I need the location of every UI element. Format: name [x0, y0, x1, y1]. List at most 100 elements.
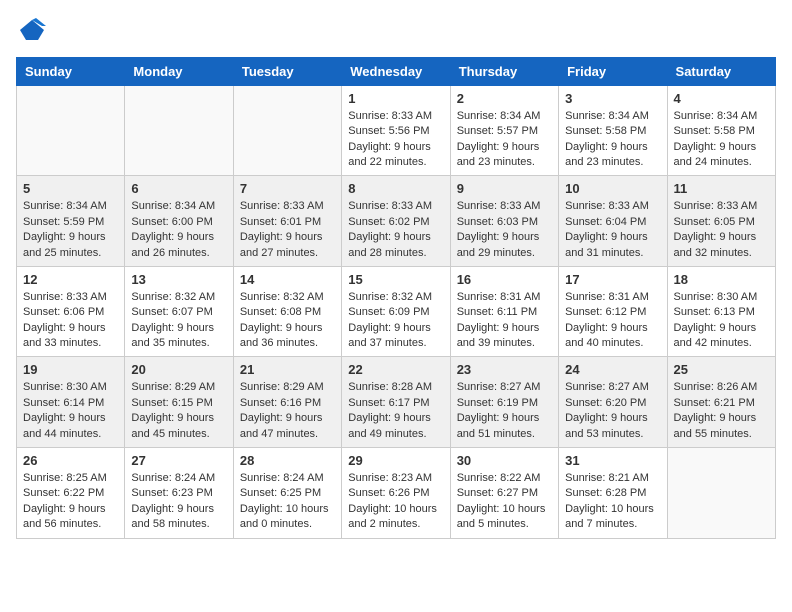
day-of-week-header: Sunday	[17, 57, 125, 85]
day-number: 17	[565, 272, 660, 287]
day-info: Sunrise: 8:31 AMSunset: 6:11 PMDaylight:…	[457, 290, 552, 352]
calendar-day-cell: 27 Sunrise: 8:24 AMSunset: 6:23 PMDayligh…	[125, 448, 233, 539]
day-number: 7	[240, 181, 335, 196]
day-number: 24	[565, 362, 660, 377]
day-info: Sunrise: 8:33 AMSunset: 6:01 PMDaylight:…	[240, 199, 335, 261]
day-info: Sunrise: 8:30 AMSunset: 6:13 PMDaylight:…	[674, 290, 769, 352]
calendar-day-cell: 29 Sunrise: 8:23 AMSunset: 6:26 PMDayligh…	[342, 448, 450, 539]
day-number: 1	[348, 91, 443, 106]
calendar-day-cell: 8 Sunrise: 8:33 AMSunset: 6:02 PMDaylight…	[342, 176, 450, 267]
calendar-day-cell: 13Sunrise: 8:32 AMSunset: 6:07 PMDayligh…	[125, 266, 233, 357]
calendar-week-row: 12 Sunrise: 8:33 AMSunset: 6:06 PMDayligh…	[17, 266, 776, 357]
day-info: Sunrise: 8:33 AMSunset: 6:03 PMDaylight:…	[457, 199, 552, 261]
day-number: 12	[23, 272, 118, 287]
calendar-day-cell: 18 Sunrise: 8:30 AMSunset: 6:13 PMDayligh…	[667, 266, 775, 357]
calendar-week-row: 5 Sunrise: 8:34 AMSunset: 5:59 PMDaylight…	[17, 176, 776, 267]
day-number: 29	[348, 453, 443, 468]
day-info: Sunrise: 8:33 AMSunset: 6:06 PMDaylight:…	[23, 290, 118, 352]
calendar-week-row: 19 Sunrise: 8:30 AMSunset: 6:14 PMDayligh…	[17, 357, 776, 448]
day-number: 11	[674, 181, 769, 196]
calendar-day-cell: 9 Sunrise: 8:33 AMSunset: 6:03 PMDaylight…	[450, 176, 558, 267]
calendar-day-cell: 25 Sunrise: 8:26 AMSunset: 6:21 PMDayligh…	[667, 357, 775, 448]
day-info: Sunrise: 8:33 AMSunset: 6:05 PMDaylight:…	[674, 199, 769, 261]
calendar-day-cell: 2 Sunrise: 8:34 AMSunset: 5:57 PMDaylight…	[450, 85, 558, 176]
calendar-day-cell: 16 Sunrise: 8:31 AMSunset: 6:11 PMDayligh…	[450, 266, 558, 357]
calendar-day-cell: 6 Sunrise: 8:34 AMSunset: 6:00 PMDaylight…	[125, 176, 233, 267]
day-of-week-header: Wednesday	[342, 57, 450, 85]
day-info: Sunrise: 8:25 AMSunset: 6:22 PMDaylight:…	[23, 471, 118, 533]
calendar-day-cell: 5 Sunrise: 8:34 AMSunset: 5:59 PMDaylight…	[17, 176, 125, 267]
day-info: Sunrise: 8:34 AMSunset: 5:57 PMDaylight:…	[457, 109, 552, 171]
calendar-day-cell: 14 Sunrise: 8:32 AMSunset: 6:08 PMDayligh…	[233, 266, 341, 357]
day-number: 6	[131, 181, 226, 196]
day-number: 25	[674, 362, 769, 377]
day-info: Sunrise: 8:32 AMSunset: 6:08 PMDaylight:…	[240, 290, 335, 352]
day-number: 23	[457, 362, 552, 377]
day-number: 14	[240, 272, 335, 287]
day-info: Sunrise: 8:27 AMSunset: 6:20 PMDaylight:…	[565, 380, 660, 442]
calendar-day-cell: 11 Sunrise: 8:33 AMSunset: 6:05 PMDayligh…	[667, 176, 775, 267]
calendar-day-cell: 24 Sunrise: 8:27 AMSunset: 6:20 PMDayligh…	[559, 357, 667, 448]
calendar-day-cell: 17 Sunrise: 8:31 AMSunset: 6:12 PMDayligh…	[559, 266, 667, 357]
calendar-day-cell: 10Sunrise: 8:33 AMSunset: 6:04 PMDayligh…	[559, 176, 667, 267]
logo-icon	[18, 16, 46, 44]
day-number: 18	[674, 272, 769, 287]
day-number: 19	[23, 362, 118, 377]
page-header	[16, 16, 776, 49]
calendar-week-row: 26 Sunrise: 8:25 AMSunset: 6:22 PMDayligh…	[17, 448, 776, 539]
day-info: Sunrise: 8:30 AMSunset: 6:14 PMDaylight:…	[23, 380, 118, 442]
calendar-day-cell: 21 Sunrise: 8:29 AMSunset: 6:16 PMDayligh…	[233, 357, 341, 448]
calendar-day-cell: 4Sunrise: 8:34 AMSunset: 5:58 PMDaylight…	[667, 85, 775, 176]
days-of-week-row: SundayMondayTuesdayWednesdayThursdayFrid…	[17, 57, 776, 85]
day-number: 27	[131, 453, 226, 468]
day-of-week-header: Thursday	[450, 57, 558, 85]
calendar-day-cell: 12 Sunrise: 8:33 AMSunset: 6:06 PMDayligh…	[17, 266, 125, 357]
day-info: Sunrise: 8:33 AMSunset: 6:02 PMDaylight:…	[348, 199, 443, 261]
day-number: 8	[348, 181, 443, 196]
day-number: 20	[131, 362, 226, 377]
day-number: 3	[565, 91, 660, 106]
day-info: Sunrise: 8:34 AMSunset: 5:58 PMDaylight:…	[565, 109, 660, 171]
day-info: Sunrise: 8:22 AMSunset: 6:27 PMDaylight:…	[457, 471, 552, 533]
logo	[16, 16, 46, 49]
day-number: 15	[348, 272, 443, 287]
day-info: Sunrise: 8:34 AMSunset: 6:00 PMDaylight:…	[131, 199, 226, 261]
day-number: 4	[674, 91, 769, 106]
calendar-day-cell: 30 Sunrise: 8:22 AMSunset: 6:27 PMDayligh…	[450, 448, 558, 539]
day-number: 26	[23, 453, 118, 468]
day-info: Sunrise: 8:34 AMSunset: 5:59 PMDaylight:…	[23, 199, 118, 261]
calendar-day-cell: 28Sunrise: 8:24 AMSunset: 6:25 PMDayligh…	[233, 448, 341, 539]
day-number: 2	[457, 91, 552, 106]
day-info: Sunrise: 8:24 AMSunset: 6:23 PMDaylight:…	[131, 471, 226, 533]
day-info: Sunrise: 8:28 AMSunset: 6:17 PMDaylight:…	[348, 380, 443, 442]
calendar-day-cell: 23 Sunrise: 8:27 AMSunset: 6:19 PMDayligh…	[450, 357, 558, 448]
day-info: Sunrise: 8:26 AMSunset: 6:21 PMDaylight:…	[674, 380, 769, 442]
calendar-day-cell	[233, 85, 341, 176]
day-number: 30	[457, 453, 552, 468]
day-of-week-header: Saturday	[667, 57, 775, 85]
calendar-day-cell: 19 Sunrise: 8:30 AMSunset: 6:14 PMDayligh…	[17, 357, 125, 448]
calendar-day-cell: 26 Sunrise: 8:25 AMSunset: 6:22 PMDayligh…	[17, 448, 125, 539]
day-info: Sunrise: 8:23 AMSunset: 6:26 PMDaylight:…	[348, 471, 443, 533]
day-info: Sunrise: 8:29 AMSunset: 6:16 PMDaylight:…	[240, 380, 335, 442]
calendar-day-cell	[125, 85, 233, 176]
day-number: 5	[23, 181, 118, 196]
day-number: 9	[457, 181, 552, 196]
calendar-day-cell: 1 Sunrise: 8:33 AMSunset: 5:56 PMDaylight…	[342, 85, 450, 176]
day-info: Sunrise: 8:32 AMSunset: 6:09 PMDaylight:…	[348, 290, 443, 352]
day-info: Sunrise: 8:29 AMSunset: 6:15 PMDaylight:…	[131, 380, 226, 442]
day-info: Sunrise: 8:27 AMSunset: 6:19 PMDaylight:…	[457, 380, 552, 442]
calendar-day-cell: 15 Sunrise: 8:32 AMSunset: 6:09 PMDayligh…	[342, 266, 450, 357]
day-number: 21	[240, 362, 335, 377]
calendar-day-cell	[17, 85, 125, 176]
calendar-day-cell: 3 Sunrise: 8:34 AMSunset: 5:58 PMDaylight…	[559, 85, 667, 176]
day-of-week-header: Monday	[125, 57, 233, 85]
day-info: Sunrise: 8:31 AMSunset: 6:12 PMDaylight:…	[565, 290, 660, 352]
calendar-day-cell: 20 Sunrise: 8:29 AMSunset: 6:15 PMDayligh…	[125, 357, 233, 448]
calendar-week-row: 1 Sunrise: 8:33 AMSunset: 5:56 PMDaylight…	[17, 85, 776, 176]
day-number: 16	[457, 272, 552, 287]
day-number: 31	[565, 453, 660, 468]
day-info: Sunrise: 8:33 AMSunset: 5:56 PMDaylight:…	[348, 109, 443, 171]
day-of-week-header: Tuesday	[233, 57, 341, 85]
day-info: Sunrise: 8:24 AMSunset: 6:25 PMDaylight:…	[240, 471, 335, 533]
